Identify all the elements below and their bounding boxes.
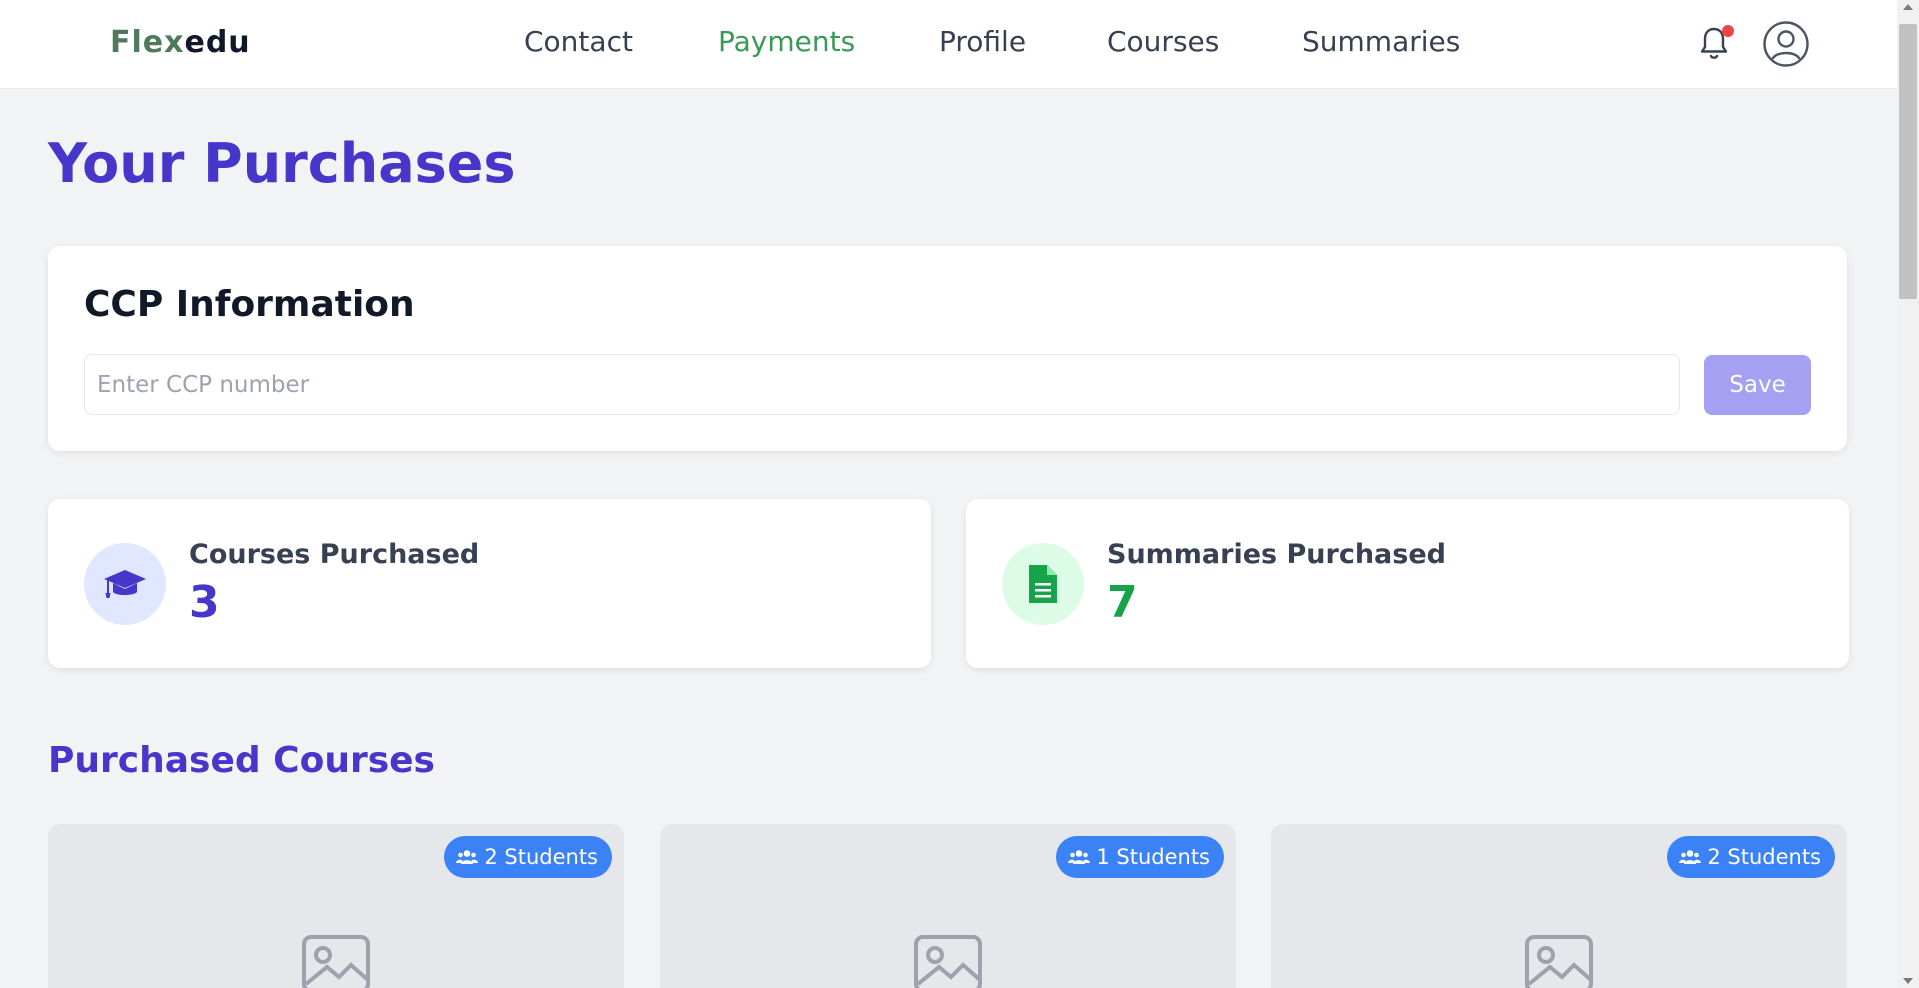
students-badge: 2 Students xyxy=(1667,836,1835,878)
logo-part-edu: edu xyxy=(184,25,251,60)
students-count: 2 Students xyxy=(1707,845,1821,869)
ccp-number-input[interactable] xyxy=(84,354,1680,415)
courses-purchased-card: Courses Purchased 3 xyxy=(48,499,931,668)
graduation-cap-icon xyxy=(84,543,166,625)
nav-summaries[interactable]: Summaries xyxy=(1302,25,1460,58)
ccp-information-card: CCP Information Save xyxy=(48,246,1847,451)
users-icon xyxy=(1068,850,1091,864)
page-title: Your Purchases xyxy=(48,132,516,195)
top-navbar: Flexedu Contact Payments Profile Courses… xyxy=(0,0,1897,89)
document-icon xyxy=(1002,543,1084,625)
scroll-up-arrow-icon[interactable] xyxy=(1903,4,1913,10)
purchased-courses-title: Purchased Courses xyxy=(48,740,435,781)
logo[interactable]: Flexedu xyxy=(110,25,251,60)
nav-payments[interactable]: Payments xyxy=(718,25,855,58)
image-placeholder-icon xyxy=(1525,935,1593,988)
summaries-purchased-card: Summaries Purchased 7 xyxy=(966,499,1849,668)
ccp-card-title: CCP Information xyxy=(84,284,415,325)
scrollbar-thumb[interactable] xyxy=(1899,24,1917,299)
notification-dot xyxy=(1722,25,1734,37)
courses-purchased-label: Courses Purchased xyxy=(189,539,480,570)
users-icon xyxy=(456,850,479,864)
course-card[interactable]: 2 Students xyxy=(1271,824,1847,988)
nav-profile[interactable]: Profile xyxy=(939,25,1026,58)
user-avatar-icon[interactable] xyxy=(1762,20,1810,68)
students-badge: 1 Students xyxy=(1056,836,1224,878)
summaries-purchased-label: Summaries Purchased xyxy=(1107,539,1446,570)
image-placeholder-icon xyxy=(302,935,370,988)
page-scrollbar[interactable] xyxy=(1897,0,1919,988)
summaries-purchased-count: 7 xyxy=(1107,577,1138,628)
scroll-down-arrow-icon[interactable] xyxy=(1903,978,1913,984)
students-count: 1 Students xyxy=(1096,845,1210,869)
course-card[interactable]: 1 Students xyxy=(660,824,1236,988)
courses-purchased-count: 3 xyxy=(189,577,220,628)
nav-courses[interactable]: Courses xyxy=(1107,25,1219,58)
image-placeholder-icon xyxy=(914,935,982,988)
nav-contact[interactable]: Contact xyxy=(524,25,633,58)
logo-part-flex: Flex xyxy=(110,25,185,60)
course-card[interactable]: 2 Students xyxy=(48,824,624,988)
users-icon xyxy=(1679,850,1702,864)
save-button[interactable]: Save xyxy=(1704,355,1811,415)
students-count: 2 Students xyxy=(484,845,598,869)
students-badge: 2 Students xyxy=(444,836,612,878)
